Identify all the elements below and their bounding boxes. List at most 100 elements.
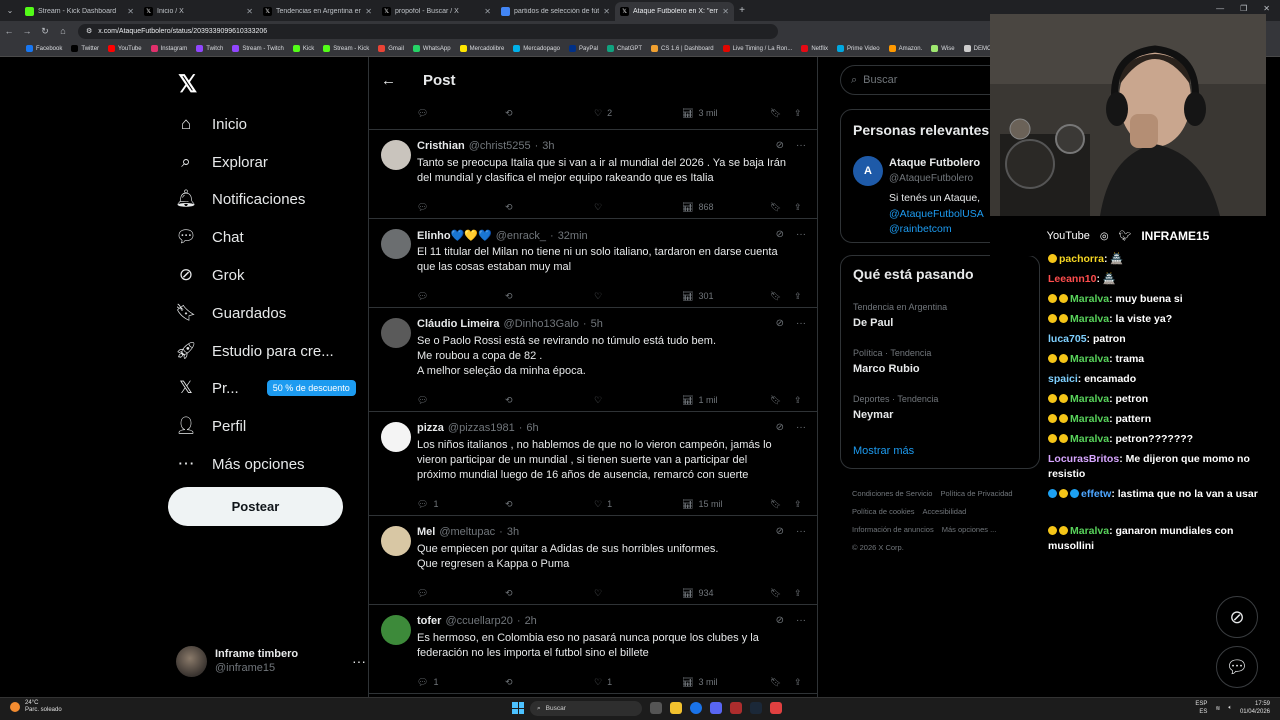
chat-floating-button[interactable]: 💬︎ — [1216, 646, 1258, 688]
like-button[interactable]: ♡ — [594, 202, 607, 213]
bookmark-icon[interactable]: 🔖︎ — [770, 499, 781, 510]
browser-tab[interactable]: 𝕏 Tendencias en Argentina en X ✕ — [258, 2, 377, 21]
grok-icon[interactable]: ⊘ — [776, 526, 784, 537]
reply-post[interactable]: Cláudio Limeira @Dinho13Galo · 5h ⊘ ··· Se o P… — [369, 308, 817, 412]
nav-item-guardados[interactable]: 🔖︎ Guardados — [175, 303, 286, 323]
home-browser-icon[interactable]: ⌂ — [54, 26, 72, 36]
views-button[interactable]: 📊︎ 1 mil — [682, 395, 717, 406]
more-dots-icon[interactable]: ··· — [796, 229, 806, 240]
repost-icon[interactable]: ⟲ — [505, 677, 513, 688]
footer-link[interactable]: Política de cookies — [852, 507, 915, 516]
footer-link[interactable]: Política de Privacidad — [940, 489, 1012, 498]
weather-widget[interactable]: 24°C Parc. soleado — [10, 700, 62, 714]
taskbar-search-input[interactable]: ⌕ Buscar — [530, 701, 642, 716]
footer-link[interactable]: © 2026 X Corp. — [852, 543, 904, 552]
like-button[interactable]: ♡ — [594, 588, 607, 599]
footer-link[interactable]: Condiciones de Servicio — [852, 489, 932, 498]
browser-tab[interactable]: partidos de selección de fútbol ✕ — [496, 2, 615, 21]
like-button[interactable]: ♡ 2 — [594, 108, 612, 119]
repost-icon[interactable]: ⟲ — [505, 291, 513, 302]
post-button[interactable]: Postear — [168, 487, 343, 526]
browser-tab[interactable]: 𝕏propofol - Buscar / X ✕ — [377, 2, 496, 21]
browser-tab[interactable]: Stream - Kick Dashboard ✕ — [20, 2, 139, 21]
bookmark-item[interactable]: Stream - Kick — [323, 45, 369, 52]
repost-icon[interactable]: ⟲ — [505, 588, 513, 599]
relevant-bio-link[interactable]: @rainbetcom — [889, 223, 952, 235]
grok-icon[interactable]: ⊘ — [776, 140, 784, 151]
tab-close-icon[interactable]: ✕ — [484, 7, 491, 16]
share-icon[interactable]: ⇪ — [794, 677, 802, 688]
like-button[interactable]: ♡ 1 — [594, 677, 612, 688]
steam-icon[interactable] — [750, 702, 762, 714]
more-dots-icon[interactable]: ··· — [796, 526, 806, 537]
tab-close-icon[interactable]: ✕ — [127, 7, 134, 16]
like-button[interactable]: ♡ 1 — [594, 499, 612, 510]
reply-author-name[interactable]: Elinho💙💛💙 — [417, 229, 492, 242]
more-dots-icon[interactable]: ··· — [796, 318, 806, 329]
bookmark-item[interactable]: Instagram — [150, 45, 187, 52]
new-tab-button[interactable]: + — [734, 5, 750, 16]
bookmark-item[interactable]: WhatsApp — [412, 45, 451, 52]
avatar[interactable] — [381, 318, 411, 348]
avatar[interactable] — [381, 140, 411, 170]
reply-button[interactable]: 💬︎ 1 — [417, 499, 438, 510]
share-icon[interactable]: ⇪ — [794, 202, 802, 213]
more-dots-icon[interactable]: ··· — [352, 653, 366, 669]
reply-post[interactable]: Cristhian @christ5255 · 3h ⊘ ··· Tanto se preo… — [369, 130, 817, 219]
tab-close-icon[interactable]: ✕ — [722, 7, 729, 16]
bookmark-item[interactable]: Live Timing / La Ron... — [722, 45, 792, 52]
bookmark-icon[interactable]: 🔖︎ — [770, 108, 781, 119]
reply-button[interactable]: 💬︎ 1 — [417, 677, 438, 688]
bookmark-item[interactable]: Facebook — [26, 45, 62, 52]
tab-close-icon[interactable]: ✕ — [246, 7, 253, 16]
repost-icon[interactable]: ⟲ — [505, 499, 513, 510]
app-icon[interactable] — [770, 702, 782, 714]
views-button[interactable]: 📊︎ 868 — [682, 202, 713, 213]
reply-time[interactable]: 3h — [542, 140, 554, 152]
bookmark-icon[interactable]: 🔖︎ — [770, 202, 781, 213]
chrome-icon[interactable] — [690, 702, 702, 714]
views-button[interactable]: 📊︎ 15 mil — [682, 499, 722, 510]
reply-author-name[interactable]: Cláudio Limeira — [417, 318, 500, 330]
bookmark-item[interactable]: Prime Video — [837, 45, 880, 52]
repost-icon[interactable]: ⟲ — [505, 108, 513, 119]
views-button[interactable]: 📊︎ 3 mil — [682, 677, 717, 688]
like-button[interactable]: ♡ — [594, 291, 607, 302]
app-icon[interactable] — [730, 702, 742, 714]
nav-item-pr-[interactable]: 𝕏 Pr... 50 % de descuento — [176, 378, 356, 398]
browser-tab[interactable]: 𝕏 Ataque Futbolero en X: "error l ✕ — [615, 2, 734, 21]
bookmark-item[interactable]: Stream - Twitch — [232, 45, 284, 52]
forward-arrow-icon[interactable]: → — [18, 26, 36, 36]
site-info-icon[interactable]: ⚙ — [86, 27, 92, 35]
bookmark-item[interactable]: Wise — [931, 45, 955, 52]
tab-close-icon[interactable]: ✕ — [365, 7, 372, 16]
start-button[interactable] — [512, 702, 524, 714]
reply-author-name[interactable]: Mel — [417, 526, 435, 538]
tab-search-icon[interactable]: ⌄ — [0, 0, 20, 21]
grok-icon[interactable]: ⊘ — [776, 422, 784, 433]
show-more-link[interactable]: Mostrar más — [853, 445, 914, 457]
reply-button[interactable]: 💬︎ — [417, 202, 433, 213]
avatar[interactable] — [381, 422, 411, 452]
reply-time[interactable]: 5h — [591, 318, 603, 330]
share-icon[interactable]: ⇪ — [794, 395, 802, 406]
like-button[interactable]: ♡ — [594, 395, 607, 406]
reply-author-name[interactable]: pizza — [417, 422, 444, 434]
avatar[interactable] — [381, 615, 411, 645]
reply-post[interactable]: Mel @meltupac · 3h ⊘ ··· Que empiecen por quit… — [369, 516, 817, 605]
bookmark-icon[interactable]: 🔖︎ — [770, 291, 781, 302]
bookmark-item[interactable]: YouTube — [108, 45, 142, 52]
grok-icon[interactable]: ⊘ — [776, 318, 784, 329]
nav-item-chat[interactable]: 💬︎ Chat — [175, 227, 243, 247]
bookmark-item[interactable]: PayPal — [569, 45, 598, 52]
reply-time[interactable]: 6h — [526, 422, 538, 434]
maximize-icon[interactable]: ❐ — [1240, 4, 1247, 13]
nav-item-más-opciones[interactable]: ⋯ Más opciones — [176, 454, 305, 474]
repost-icon[interactable]: ⟲ — [505, 202, 513, 213]
url-field[interactable]: ⚙ x.com/AtaqueFutbolero/status/203933909… — [78, 23, 778, 39]
views-button[interactable]: 📊︎ 3 mil — [682, 108, 717, 119]
reply-button[interactable]: 💬︎ — [417, 291, 433, 302]
reply-button[interactable]: 💬︎ — [417, 588, 433, 599]
language-indicator[interactable]: ESP ES — [1195, 700, 1207, 716]
discord-icon[interactable] — [710, 702, 722, 714]
